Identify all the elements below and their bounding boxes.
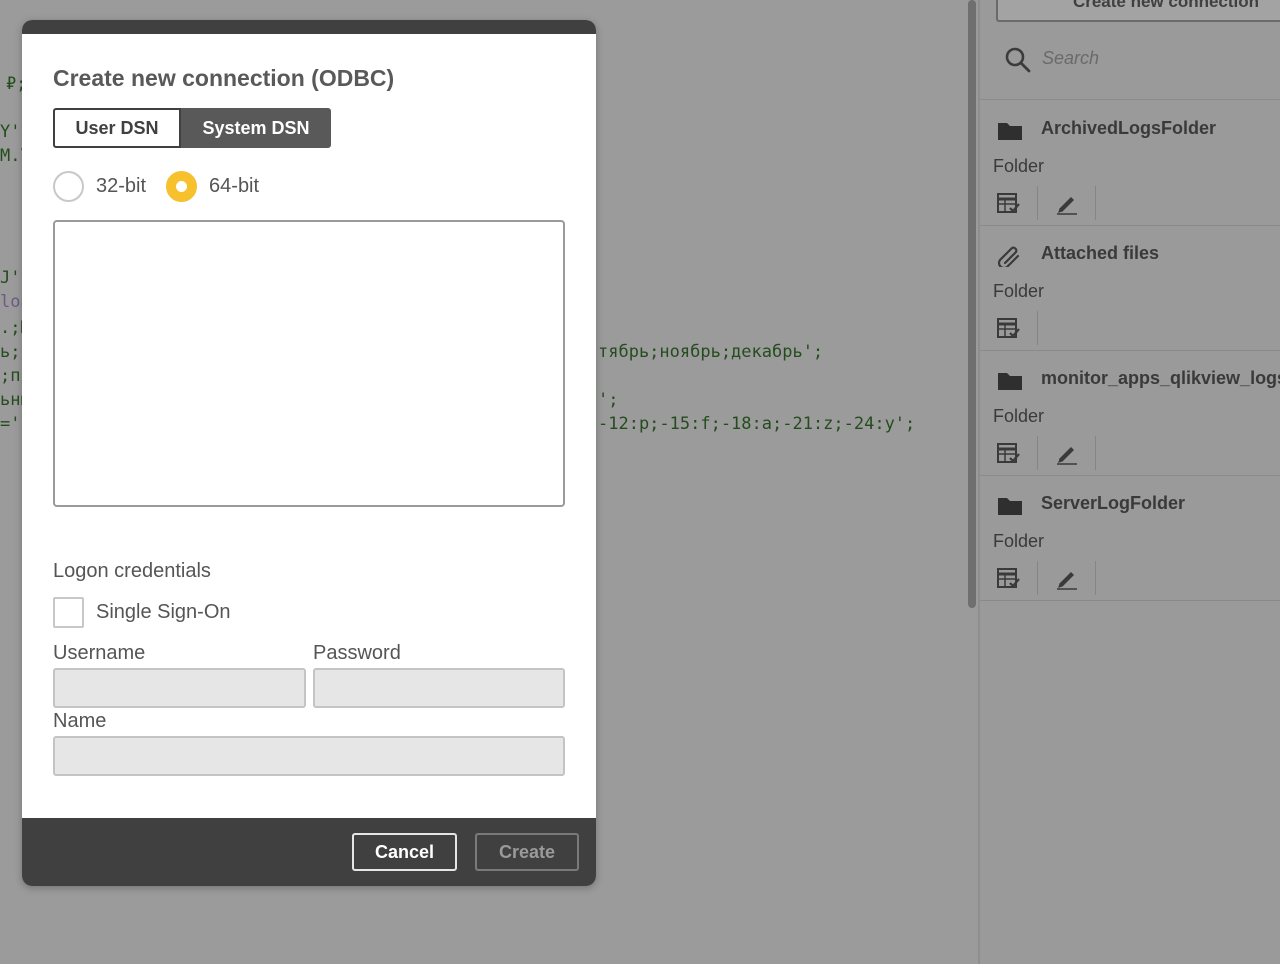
table-select-icon: [996, 318, 1020, 338]
connection-name: Attached files: [1041, 243, 1160, 263]
credentials-heading: Logon credentials: [53, 560, 211, 582]
editor-scrollbar[interactable]: [966, 0, 978, 610]
select-data-button[interactable]: [980, 561, 1038, 595]
password-field[interactable]: [313, 668, 565, 708]
create-odbc-connection-dialog: Create new connection (ODBC) User DSN Sy…: [22, 20, 596, 886]
create-new-connection-button[interactable]: Create new connection: [996, 0, 1280, 22]
name-field[interactable]: [53, 736, 565, 776]
edit-connection-button[interactable]: [1038, 436, 1096, 470]
dsn-type-toggle: User DSN System DSN: [53, 108, 331, 148]
connection-type: Folder: [993, 156, 1045, 176]
dialog-top-bar: [22, 20, 596, 34]
dialog-footer: Cancel Create: [22, 818, 596, 886]
single-sign-on-checkbox[interactable]: [53, 597, 84, 628]
radio-button-selected[interactable]: [166, 170, 198, 202]
create-button[interactable]: Create: [475, 833, 579, 871]
data-connections-panel: Create new connection Search ArchivedLog…: [978, 0, 1280, 964]
pencil-icon: [1056, 572, 1077, 590]
connection-actions: [980, 311, 1038, 345]
radio-label: 32-bit: [96, 174, 147, 197]
select-data-button[interactable]: [980, 311, 1038, 345]
code-line: тябрь;ноябрь;декабрь';: [598, 342, 824, 362]
single-sign-on-option[interactable]: Single Sign-On: [53, 597, 231, 628]
pencil-icon: [1056, 197, 1077, 215]
connection-item[interactable]: Attached files Folder: [980, 226, 1280, 351]
table-select-icon: [996, 193, 1020, 213]
bitness-selector: 32-bit 64-bit: [53, 170, 279, 202]
connection-name: ArchivedLogsFolder: [1041, 118, 1217, 138]
tab-system-dsn[interactable]: System DSN: [181, 108, 331, 148]
folder-icon: [998, 123, 1022, 140]
connection-item[interactable]: ServerLogFolder Folder: [980, 476, 1280, 601]
connection-name: ServerLogFolder: [1041, 493, 1186, 513]
code-line: =': [0, 414, 21, 434]
select-data-button[interactable]: [980, 436, 1038, 470]
connection-type: Folder: [993, 406, 1045, 426]
radio-label: 64-bit: [209, 174, 260, 197]
edit-connection-button[interactable]: [1038, 561, 1096, 595]
connection-item[interactable]: ArchivedLogsFolder Folder: [980, 101, 1280, 226]
search-icon: [1005, 47, 1031, 73]
radio-32-bit[interactable]: 32-bit: [53, 170, 147, 202]
search-placeholder: Search: [1042, 48, 1100, 68]
folder-icon: [998, 373, 1022, 390]
username-label: Username: [53, 642, 146, 664]
name-label: Name: [53, 710, 107, 732]
table-select-icon: [996, 568, 1020, 588]
radio-64-bit[interactable]: 64-bit: [166, 170, 260, 202]
dsn-list[interactable]: [53, 220, 565, 507]
connection-type: Folder: [993, 281, 1045, 301]
code-line: ';: [598, 390, 619, 410]
connection-item[interactable]: monitor_apps_qlikview_logs Folder: [980, 351, 1280, 476]
connection-type: Folder: [993, 531, 1045, 551]
code-line: -12:p;-15:f;-18:a;-21:z;-24:y';: [598, 414, 916, 434]
code-line: ;п: [0, 366, 21, 386]
cancel-button[interactable]: Cancel: [352, 833, 457, 871]
connection-search[interactable]: Search: [980, 32, 1280, 100]
editor-scrollbar-thumb[interactable]: [968, 0, 976, 608]
dialog-title: Create new connection (ODBC): [53, 65, 395, 91]
folder-icon: [998, 498, 1022, 515]
table-select-icon: [996, 443, 1020, 463]
radio-button[interactable]: [53, 170, 84, 202]
single-sign-on-label: Single Sign-On: [96, 601, 231, 623]
edit-connection-button[interactable]: [1038, 186, 1096, 220]
connection-actions: [980, 186, 1096, 220]
password-label: Password: [313, 642, 401, 664]
paperclip-icon: [997, 246, 1020, 267]
pencil-icon: [1056, 447, 1077, 465]
tab-user-dsn[interactable]: User DSN: [53, 108, 181, 148]
connection-actions: [980, 561, 1096, 595]
connection-actions: [980, 436, 1096, 470]
username-field[interactable]: [53, 668, 306, 708]
select-data-button[interactable]: [980, 186, 1038, 220]
connection-name: monitor_apps_qlikview_logs: [1041, 368, 1280, 388]
code-line: Y': [0, 122, 21, 142]
